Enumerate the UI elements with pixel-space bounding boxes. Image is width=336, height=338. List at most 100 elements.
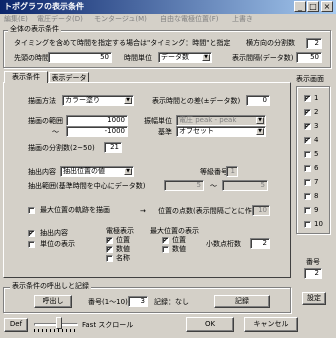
- pos-count-input[interactable]: 10: [252, 205, 270, 216]
- screen-9-text: 9: [314, 206, 319, 214]
- time-unit-select[interactable]: データ数 ▼: [158, 52, 212, 63]
- draw-method-select[interactable]: カラー塗り ▼: [62, 95, 134, 106]
- extract-range-from[interactable]: 5: [164, 180, 204, 191]
- screen-5-checkbox[interactable]: 5: [304, 150, 328, 159]
- recall-number-input[interactable]: 3: [128, 296, 148, 307]
- checkbox-box[interactable]: ✔: [304, 95, 311, 102]
- amplitude-unit-select[interactable]: 電圧 peak - peak ▼: [176, 115, 266, 126]
- screen-3-text: 3: [314, 122, 319, 130]
- decimals-input[interactable]: 2: [250, 238, 270, 249]
- screen-9-checkbox[interactable]: 9: [304, 206, 328, 215]
- baseline-select[interactable]: オフセット ▼: [176, 126, 266, 137]
- screen-10-checkbox[interactable]: 10: [304, 220, 328, 229]
- range-max-input[interactable]: 1000: [66, 115, 128, 126]
- extract-range-tilde: 〜: [210, 182, 217, 190]
- screen-6-checkbox[interactable]: 6: [304, 164, 328, 173]
- title-bar: トポグラフの表示条件: [0, 0, 336, 14]
- checkbox-box[interactable]: [28, 207, 35, 214]
- electrode-position-checkbox[interactable]: ✔ 位置: [106, 236, 146, 245]
- chevron-down-icon: ▼: [256, 117, 264, 124]
- extract-range-label: 抽出範囲(基準時間を中心にデータ数): [28, 182, 146, 190]
- time-gap-input[interactable]: 0: [246, 95, 270, 106]
- maximize-button[interactable]: □: [307, 1, 319, 12]
- slider-thumb[interactable]: [56, 317, 62, 329]
- split-input[interactable]: 21: [104, 142, 122, 153]
- screen-3-checkbox[interactable]: ✔ 3: [304, 122, 328, 131]
- menu-overwrite[interactable]: 上書き: [232, 14, 253, 25]
- chevron-down-icon: ▼: [124, 168, 132, 175]
- max-track-checkbox[interactable]: 最大位置の軌跡を描画: [28, 206, 148, 215]
- screen-8-checkbox[interactable]: 8: [304, 192, 328, 201]
- checkbox-box[interactable]: [304, 221, 311, 228]
- slider-ticks: [34, 329, 78, 332]
- set-button[interactable]: 設定: [302, 292, 326, 305]
- split-label: 描画の分割数(2~50): [28, 144, 95, 152]
- maxpos-legend: 最大位置の表示: [150, 227, 199, 235]
- extract-select[interactable]: 抽出位置の値 ▼: [60, 166, 134, 177]
- screen-10-text: 10: [314, 220, 323, 228]
- checkbox-box[interactable]: [304, 207, 311, 214]
- checkbox-box[interactable]: [304, 179, 311, 186]
- range-tilde: 〜: [52, 128, 59, 136]
- start-time-input[interactable]: 50: [48, 52, 112, 63]
- electrode-name-text: 名称: [116, 254, 130, 262]
- cancel-button[interactable]: キャンセル: [244, 317, 298, 332]
- wave-number-input[interactable]: 1: [226, 166, 238, 177]
- scroll-slider[interactable]: [34, 316, 78, 332]
- unit-display-checkbox[interactable]: 単位の表示: [28, 240, 88, 249]
- electrode-name-checkbox[interactable]: 名称: [106, 254, 146, 263]
- checkbox-box[interactable]: [162, 246, 169, 253]
- decimals-label: 小数点桁数: [206, 240, 241, 248]
- baseline-value: オフセット: [179, 127, 214, 135]
- divisions-input[interactable]: 2: [306, 38, 322, 49]
- checkbox-box[interactable]: [304, 193, 311, 200]
- close-button[interactable]: ×: [321, 1, 333, 12]
- pos-count-label: 位置の点数(表示間隔ごとに作成): [158, 207, 262, 215]
- menu-voltage-data[interactable]: 電圧データ(D): [37, 14, 83, 25]
- extract-label: 抽出内容: [28, 168, 56, 176]
- menu-edit[interactable]: 編集(E): [4, 14, 28, 25]
- recall-button[interactable]: 呼出し: [34, 295, 72, 308]
- extract-range-to[interactable]: 5: [222, 180, 268, 191]
- screen-7-checkbox[interactable]: 7: [304, 178, 328, 187]
- record-button[interactable]: 記録: [214, 295, 270, 308]
- checkbox-box[interactable]: ✔: [106, 246, 113, 253]
- checkbox-box[interactable]: ✔: [28, 230, 35, 237]
- extract-content-checkbox[interactable]: ✔ 抽出内容: [28, 229, 88, 238]
- menu-montage[interactable]: モンタージュ(M): [94, 14, 147, 25]
- screen-1-checkbox[interactable]: ✔ 1: [304, 94, 328, 103]
- minimize-button[interactable]: _: [294, 1, 306, 12]
- menu-free-electrode[interactable]: 自由な電極位置(F): [160, 14, 219, 25]
- max-track-text: 最大位置の軌跡を描画: [40, 206, 110, 214]
- screen-number-input[interactable]: 2: [304, 268, 322, 279]
- window-title: トポグラフの表示条件: [4, 2, 84, 11]
- screen-4-checkbox[interactable]: ✔ 4: [304, 136, 328, 145]
- checkbox-box[interactable]: [28, 241, 35, 248]
- display-interval-input[interactable]: 50: [296, 52, 322, 63]
- electrode-position-text: 位置: [116, 236, 130, 244]
- draw-method-value: カラー塗り: [65, 96, 100, 104]
- tab-display-conditions[interactable]: 表示条件: [4, 71, 48, 83]
- range-min-input[interactable]: -1000: [66, 126, 128, 137]
- checkbox-box[interactable]: ✔: [106, 237, 113, 244]
- ok-button[interactable]: OK: [186, 317, 234, 332]
- checkbox-box[interactable]: ✔: [304, 123, 311, 130]
- time-unit-label: 時間単位: [124, 54, 152, 62]
- electrode-value-checkbox[interactable]: ✔ 数値: [106, 245, 146, 254]
- recall-number-label: 番号(1〜10): [88, 298, 128, 306]
- checkbox-box[interactable]: ✔: [304, 109, 311, 116]
- screen-2-checkbox[interactable]: ✔ 2: [304, 108, 328, 117]
- maxpos-value-checkbox[interactable]: 数値: [162, 245, 202, 254]
- maxpos-position-checkbox[interactable]: ✔ 位置: [162, 236, 202, 245]
- def-button[interactable]: Def: [4, 318, 28, 332]
- checkbox-box[interactable]: [106, 255, 113, 262]
- checkbox-box[interactable]: [304, 151, 311, 158]
- divisions-label: 横方向の分割数: [246, 39, 295, 47]
- checkbox-box[interactable]: ✔: [162, 237, 169, 244]
- fast-scroll-label: Fast スクロール: [82, 321, 134, 329]
- checkbox-box[interactable]: ✔: [304, 137, 311, 144]
- screen-2-text: 2: [314, 108, 319, 116]
- checkbox-box[interactable]: [304, 165, 311, 172]
- screen-1-text: 1: [314, 94, 319, 102]
- electrode-legend: 電極表示: [106, 227, 134, 235]
